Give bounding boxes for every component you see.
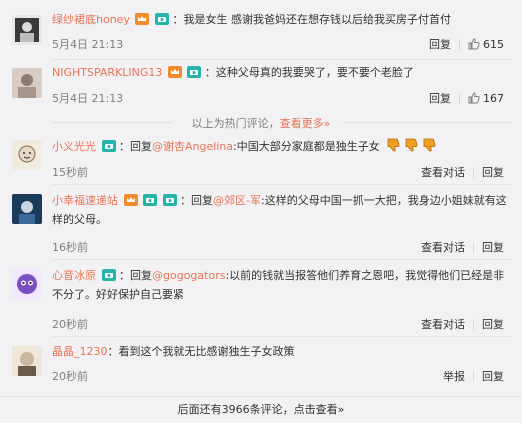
thumbs-up-icon bbox=[468, 92, 480, 104]
camera-member-icon[interactable] bbox=[101, 268, 116, 281]
comment-time: 20秒前 bbox=[52, 370, 88, 383]
hot-comments-bar: 以上为热门评论，查看更多» bbox=[0, 115, 522, 131]
reply-button[interactable]: 回复 bbox=[474, 368, 512, 384]
comment-content: 小义光光 ：回复@谢杏Angelina:中国大部分家庭都是独生子女 bbox=[52, 138, 512, 158]
comment-text: 看到这个我就无比感谢独生子女政策 bbox=[118, 345, 295, 358]
avatar-image bbox=[12, 194, 42, 224]
mention-link[interactable]: @gogogators bbox=[152, 269, 225, 282]
comment-time: 20秒前 bbox=[52, 318, 88, 331]
comment-username[interactable]: 小义光光 bbox=[52, 140, 96, 153]
reply-button[interactable]: 回复 bbox=[474, 164, 512, 180]
comment-text: 我是女生 感谢我爸妈还在想存钱以后给我买房子付首付 bbox=[183, 13, 451, 26]
comment-actions: 举报 回复 bbox=[435, 368, 512, 384]
vip-crown-icon[interactable] bbox=[123, 193, 138, 206]
camera-member-icon[interactable] bbox=[162, 193, 177, 206]
comment-time: 5月4日 21:13 bbox=[52, 92, 124, 105]
comment-content: 晶晶_1230：看到这个我就无比感谢独生子女政策 bbox=[52, 345, 295, 358]
vip-crown-icon[interactable] bbox=[135, 13, 150, 25]
comment-username[interactable]: NIGHTSPARKLING13 bbox=[52, 66, 162, 79]
vip-crown-icon[interactable] bbox=[167, 66, 182, 78]
comment-actions: 查看对话 回复 bbox=[413, 164, 512, 180]
camera-member-icon[interactable] bbox=[143, 193, 157, 206]
comment-actions: 查看对话 回复 bbox=[413, 316, 512, 332]
comment-username[interactable]: 心音冰原 bbox=[52, 269, 96, 282]
comment-username[interactable]: 小幸福速递站 bbox=[52, 194, 118, 207]
comment-content: 绿纱裙底honey ：我是女生 感谢我爸妈还在想存钱以后给我买房子付首付 bbox=[52, 13, 451, 26]
comment-text: :中国大部分家庭都是独生子女 bbox=[233, 140, 380, 153]
like-button[interactable]: 615 bbox=[460, 38, 512, 51]
reply-button[interactable]: 回复 bbox=[421, 90, 459, 106]
avatar[interactable] bbox=[12, 346, 42, 376]
reply-button[interactable]: 回复 bbox=[474, 316, 512, 332]
row-divider bbox=[52, 59, 512, 60]
view-thread-button[interactable]: 查看对话 bbox=[413, 316, 473, 332]
thumbs-up-icon bbox=[468, 38, 480, 50]
reply-prefix: 回复 bbox=[130, 269, 152, 282]
thumbs-down-icon bbox=[421, 138, 437, 158]
reply-button[interactable]: 回复 bbox=[474, 239, 512, 255]
reply-button[interactable]: 回复 bbox=[421, 36, 459, 52]
avatar[interactable] bbox=[12, 194, 42, 224]
view-more-link[interactable]: 查看更多» bbox=[280, 117, 331, 130]
avatar-image bbox=[12, 68, 42, 98]
like-count: 615 bbox=[483, 37, 504, 51]
comment-username[interactable]: 晶晶_1230 bbox=[52, 345, 108, 358]
like-count: 167 bbox=[483, 91, 504, 105]
mention-link[interactable]: @谢杏Angelina bbox=[152, 140, 233, 153]
camera-member-icon[interactable] bbox=[101, 140, 116, 152]
comment-actions: 回复 615 bbox=[421, 36, 512, 52]
camera-member-icon[interactable] bbox=[154, 13, 169, 25]
mention-link[interactable]: @郊区-军 bbox=[213, 194, 261, 207]
avatar-image bbox=[12, 346, 42, 376]
load-more-footer: 后面还有3966条评论，点击查看» bbox=[0, 396, 522, 423]
row-divider bbox=[52, 336, 512, 337]
avatar-image bbox=[12, 269, 42, 299]
thumbs-down-icon bbox=[385, 138, 401, 158]
comment-content: 心音冰原 ：回复@gogogators:以前的钱就当报答他们养育之恩吧，我觉得他… bbox=[52, 268, 505, 301]
view-thread-button[interactable]: 查看对话 bbox=[413, 164, 473, 180]
hot-comments-label: 以上为热门评论， bbox=[191, 117, 280, 130]
comment-content: 小幸福速递站 ：回复@郊区-军:这样的父母中国一抓一大把，我身边小姐妹就有这样的… bbox=[52, 193, 507, 226]
bar-line-left bbox=[52, 122, 172, 123]
comment-content: NIGHTSPARKLING13 ：这种父母真的我要哭了，要不要个老脸了 bbox=[52, 66, 414, 79]
report-button[interactable]: 举报 bbox=[435, 368, 473, 384]
camera-member-icon[interactable] bbox=[187, 66, 202, 78]
comment-text: 这种父母真的我要哭了，要不要个老脸了 bbox=[215, 66, 414, 79]
reply-prefix: 回复 bbox=[191, 194, 213, 207]
reply-prefix: 回复 bbox=[130, 140, 152, 153]
view-thread-button[interactable]: 查看对话 bbox=[413, 239, 473, 255]
comment-actions: 查看对话 回复 bbox=[413, 239, 512, 255]
comment-time: 16秒前 bbox=[52, 241, 88, 254]
bar-line-right bbox=[342, 122, 512, 123]
comment-time: 5月4日 21:13 bbox=[52, 38, 124, 51]
comment-text: :这样的父母中国一抓一大把，我身边小姐妹就有这样的父母。 bbox=[52, 194, 507, 226]
comment-actions: 回复 167 bbox=[421, 90, 512, 106]
avatar[interactable] bbox=[12, 68, 42, 98]
avatar[interactable] bbox=[12, 15, 42, 45]
comment-list: 绿纱裙底honey ：我是女生 感谢我爸妈还在想存钱以后给我买房子付首付 5月4… bbox=[0, 0, 522, 423]
like-button[interactable]: 167 bbox=[460, 92, 512, 105]
avatar-image bbox=[12, 15, 42, 45]
row-divider bbox=[52, 259, 512, 260]
comment-username[interactable]: 绿纱裙底honey bbox=[52, 13, 130, 26]
avatar[interactable] bbox=[12, 140, 42, 170]
load-more-link[interactable]: 后面还有3966条评论，点击查看» bbox=[178, 403, 345, 416]
avatar[interactable] bbox=[12, 269, 42, 299]
avatar-image bbox=[12, 140, 42, 170]
comment-time: 15秒前 bbox=[52, 166, 88, 179]
row-divider bbox=[52, 184, 512, 185]
thumbs-down-icon bbox=[403, 138, 419, 158]
